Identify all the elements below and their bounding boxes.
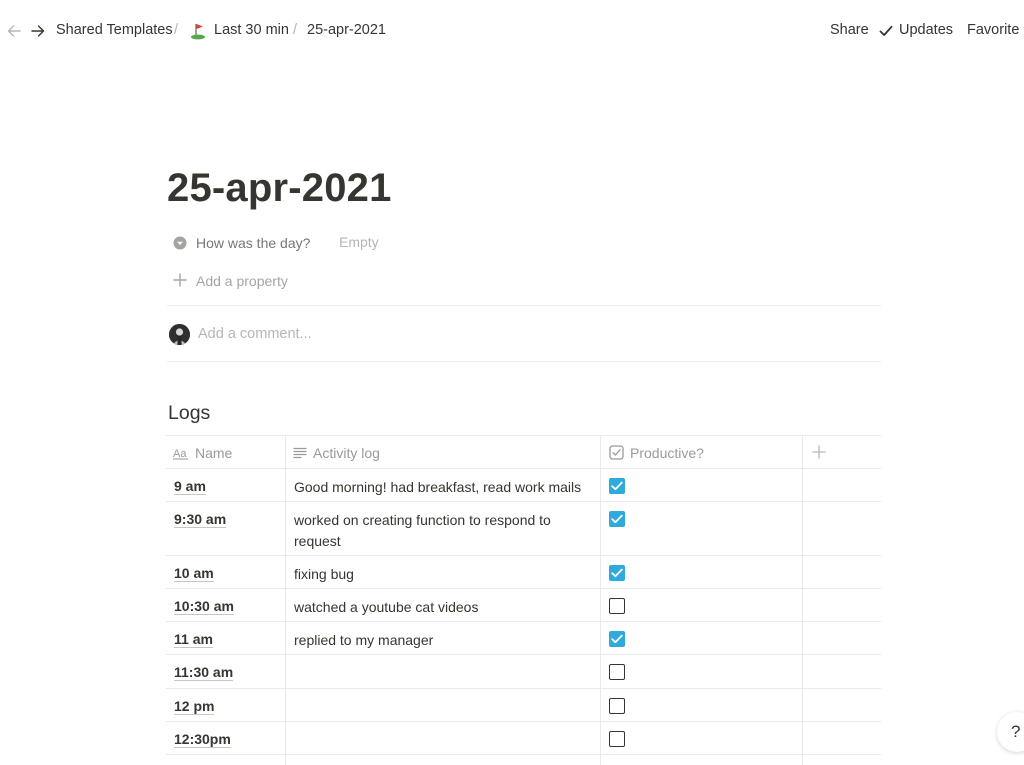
column-header-label: Activity log	[313, 444, 380, 461]
add-column-plus-icon[interactable]	[811, 444, 827, 460]
checkbox-unchecked[interactable]	[609, 598, 625, 614]
cell-activity-log[interactable]: watched a youtube cat videos	[294, 597, 594, 618]
updates-button[interactable]: Updates	[899, 22, 953, 38]
checkbox-unchecked[interactable]	[609, 664, 625, 680]
add-property-label: Add a property	[196, 273, 288, 289]
cell-activity-log[interactable]: fixing bug	[294, 564, 594, 585]
logs-section-title: Logs	[168, 402, 211, 424]
breadcrumb-item-last-30-min[interactable]: Last 30 min	[214, 22, 289, 38]
add-property-button[interactable]: Add a property	[167, 266, 881, 296]
table-row[interactable]: 12 pm	[166, 689, 881, 722]
column-header-productive[interactable]: Productive?	[609, 436, 704, 469]
divider	[167, 361, 881, 362]
table-row[interactable]: 11 am replied to my manager	[166, 622, 881, 655]
page-title[interactable]: 25-apr-2021	[167, 166, 392, 211]
breadcrumb-item-current-page[interactable]: 25-apr-2021	[307, 22, 386, 38]
svg-text:Aa: Aa	[173, 448, 187, 460]
checkbox-checked[interactable]	[609, 478, 625, 494]
checkbox-checked[interactable]	[609, 631, 625, 647]
divider	[167, 305, 881, 306]
back-arrow-icon[interactable]	[4, 21, 24, 41]
cell-activity-log[interactable]: Good morning! had breakfast, read work m…	[294, 477, 594, 498]
column-header-label: Productive?	[630, 444, 704, 461]
check-icon	[611, 514, 623, 524]
top-bar: Shared Templates / Last 30 min / 25-apr-…	[0, 0, 1024, 62]
table-row[interactable]: 10:30 am watched a youtube cat videos	[166, 589, 881, 622]
text-lines-icon	[293, 447, 307, 458]
cell-name[interactable]: 9 am	[174, 478, 206, 495]
golf-flag-icon	[191, 24, 205, 40]
column-divider	[285, 435, 286, 765]
table-row[interactable]: 11:30 am	[166, 655, 881, 689]
cell-name[interactable]: 10 am	[174, 565, 214, 582]
column-header-label: Name	[195, 444, 233, 461]
table-row[interactable]: 12:30pm	[166, 722, 881, 755]
checkmark-icon	[879, 25, 893, 36]
forward-arrow-icon[interactable]	[28, 21, 48, 41]
checkbox-type-icon	[609, 445, 624, 460]
property-value[interactable]: Empty	[339, 234, 379, 250]
select-property-icon	[173, 236, 187, 250]
property-label: How was the day?	[196, 235, 311, 251]
breadcrumb-separator: /	[174, 22, 179, 38]
column-divider	[802, 435, 803, 765]
text-type-icon: Aa	[173, 448, 188, 460]
cell-name[interactable]: 11 am	[174, 631, 213, 648]
property-how-was-the-day[interactable]: How was the day? Empty	[167, 228, 881, 258]
avatar	[169, 324, 190, 345]
column-header-activity-log[interactable]: Activity log	[293, 436, 380, 469]
check-icon	[611, 481, 623, 491]
checkbox-checked[interactable]	[609, 565, 625, 581]
help-button[interactable]: ?	[997, 712, 1024, 752]
table-row[interactable]: 9 am Good morning! had breakfast, read wo…	[166, 469, 881, 502]
table-header: Aa Name Activity log Productive?	[166, 435, 881, 469]
cell-activity-log[interactable]: replied to my manager	[294, 630, 594, 651]
cell-name[interactable]: 12 pm	[174, 698, 215, 715]
cell-name[interactable]: 11:30 am	[174, 664, 234, 681]
cell-activity-log[interactable]: worked on creating function to respond t…	[294, 510, 594, 552]
column-divider	[600, 435, 601, 765]
table-row[interactable]: 9:30 am worked on creating function to re…	[166, 502, 881, 556]
share-button[interactable]: Share	[830, 22, 869, 38]
cell-name[interactable]: 12:30pm	[174, 731, 231, 748]
table-row[interactable]: 10 am fixing bug	[166, 556, 881, 589]
favorite-button[interactable]: Favorite	[967, 22, 1019, 38]
plus-icon	[173, 273, 187, 287]
cell-name[interactable]: 9:30 am	[174, 511, 227, 528]
check-icon	[611, 634, 623, 644]
breadcrumb-separator: /	[293, 22, 298, 38]
breadcrumb-item-shared-templates[interactable]: Shared Templates	[56, 22, 173, 38]
checkbox-unchecked[interactable]	[609, 698, 625, 714]
comment-input[interactable]: Add a comment...	[198, 326, 312, 342]
checkbox-unchecked[interactable]	[609, 731, 625, 747]
cell-name[interactable]: 10:30 am	[174, 598, 234, 615]
check-icon	[611, 568, 623, 578]
checkbox-checked[interactable]	[609, 511, 625, 527]
column-header-name[interactable]: Aa Name	[173, 436, 232, 469]
